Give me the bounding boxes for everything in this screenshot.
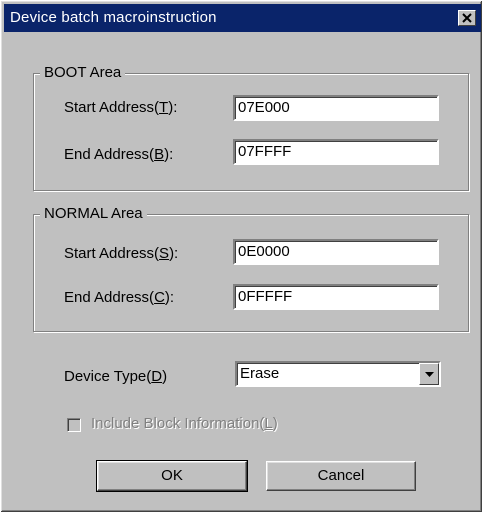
- normal-start-address-label: Start Address(S):: [64, 245, 179, 262]
- boot-end-address-label: End Address(B):: [64, 146, 174, 163]
- chevron-down-icon: [425, 372, 434, 377]
- boot-end-address-input[interactable]: 07FFFF: [233, 139, 439, 165]
- normal-start-address-input[interactable]: 0E0000: [233, 239, 439, 265]
- device-type-label: Device Type(D): [64, 368, 168, 385]
- include-block-info-checkbox[interactable]: [67, 418, 81, 432]
- include-block-info-label: Include Block Information(L): [91, 415, 278, 432]
- normal-end-address-input[interactable]: 0FFFFF: [233, 284, 439, 310]
- ok-button[interactable]: OK: [96, 460, 248, 492]
- close-button[interactable]: [458, 10, 476, 26]
- boot-start-address-label: Start Address(T):: [64, 99, 178, 116]
- close-icon: [462, 13, 472, 23]
- normal-area-legend: NORMAL Area: [40, 205, 147, 223]
- normal-end-address-label: End Address(C):: [64, 289, 175, 306]
- device-type-value: Erase: [240, 365, 280, 382]
- boot-area-group: BOOT Area: [33, 64, 469, 191]
- device-type-dropdown-button[interactable]: [419, 363, 439, 385]
- normal-area-group: NORMAL Area: [33, 205, 469, 332]
- title-bar[interactable]: Device batch macroinstruction: [4, 4, 481, 32]
- device-type-select[interactable]: Erase: [235, 361, 441, 387]
- boot-area-legend: BOOT Area: [40, 64, 126, 82]
- window-title: Device batch macroinstruction: [10, 9, 217, 26]
- cancel-button[interactable]: Cancel: [266, 461, 416, 491]
- boot-start-address-input[interactable]: 07E000: [233, 95, 439, 121]
- dialog-window: Device batch macroinstruction BOOT Area …: [0, 0, 483, 513]
